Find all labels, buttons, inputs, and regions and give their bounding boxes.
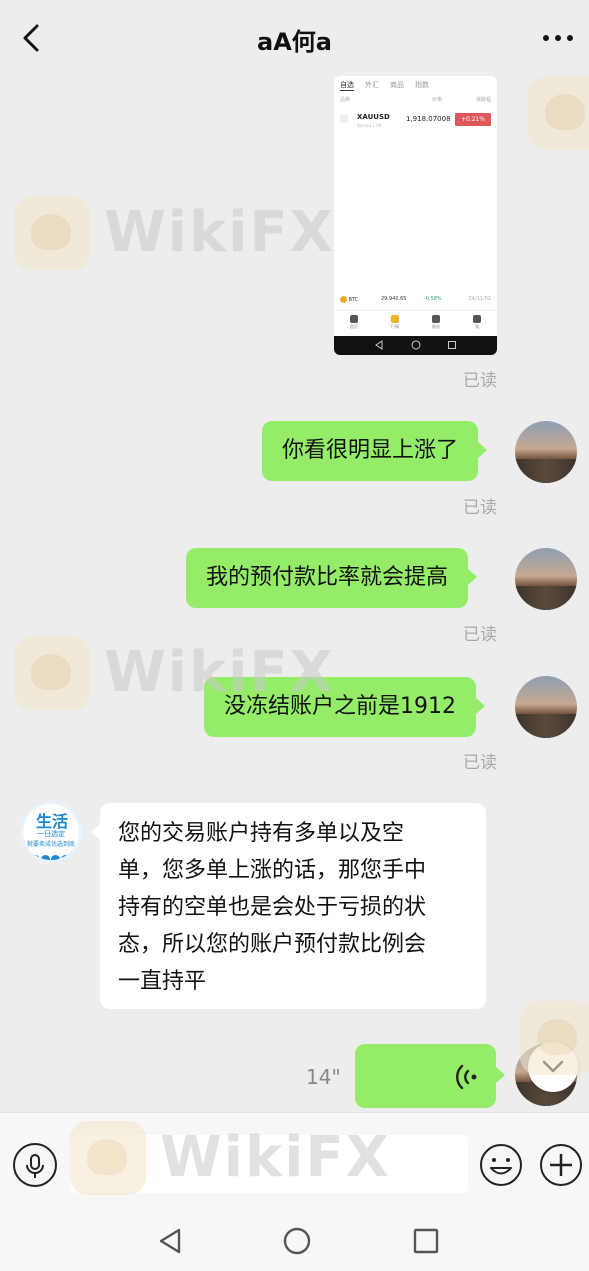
my-avatar[interactable]: [515, 421, 577, 483]
incoming-message[interactable]: 您的交易账户持有多单以及空 单，您多单上涨的话，那您手中 持有的空单也是会处于亏…: [91, 803, 486, 1009]
outgoing-message[interactable]: 你看很明显上涨了: [262, 421, 488, 481]
thumb-bottom-nav: 首页 行情 服务 我: [334, 310, 497, 336]
avatar-landscape: [515, 714, 577, 738]
bitcoin-icon: [340, 296, 347, 303]
message-line: 一直持平: [118, 969, 207, 994]
thumb-ticker: BTC 29,940.65 -0.58% 24/11/02: [340, 296, 491, 308]
recents-square-icon: [448, 341, 456, 349]
ellipsis-icon[interactable]: [541, 24, 575, 52]
star-icon: [340, 115, 348, 123]
home-icon: [350, 315, 358, 323]
thumb-nav-item: 行情: [383, 315, 407, 330]
thumb-quote-row: XAUUSD Spread 1.04 1,918.07008 +0.21%: [340, 112, 491, 132]
message-line: 您的交易账户持有多单以及空: [118, 821, 405, 846]
bubble-tail: [91, 823, 101, 841]
thumb-price: 1,918.07008: [406, 115, 451, 123]
thumb-ticker-label: BTC: [348, 297, 359, 303]
my-avatar[interactable]: [515, 676, 577, 738]
chevron-down-icon: [542, 1060, 564, 1073]
watermark-text: WikiFX: [104, 200, 335, 265]
thumb-col-header: 价格: [432, 97, 443, 103]
thumb-nav-label: 服务: [432, 324, 440, 329]
user-icon: [473, 315, 481, 323]
store-icon: [432, 315, 440, 323]
message-input[interactable]: [70, 1135, 468, 1193]
wikifx-logo: [528, 76, 589, 150]
thumb-change-badge: +0.21%: [455, 113, 491, 126]
avatar-slogan: 就要卖成优选到底: [26, 841, 75, 848]
voice-message[interactable]: [355, 1044, 505, 1108]
message-text: 没冻结账户之前是1912: [224, 694, 456, 719]
scroll-to-bottom-button[interactable]: [528, 1042, 578, 1092]
thumb-nav-item: 首页: [342, 315, 366, 330]
outgoing-message[interactable]: 我的预付款比率就会提高: [186, 548, 478, 608]
bubble-tail: [467, 568, 478, 586]
read-status: 已读: [463, 753, 497, 773]
avatar-slogan: 一日选定: [37, 830, 65, 838]
system-recents-icon[interactable]: [411, 1226, 441, 1256]
thumb-ticker-change: -0.58%: [424, 296, 442, 302]
bubble-tail: [475, 697, 485, 715]
thumb-nav-item: 我: [465, 315, 489, 330]
thumb-symbol: XAUUSD: [357, 113, 390, 121]
thumb-col-header: 涨跌幅: [475, 97, 491, 103]
wikifx-watermark: [528, 76, 589, 156]
thumb-tab: 自选: [340, 81, 354, 91]
thumb-tab: 外汇: [365, 81, 379, 89]
chart-icon: [391, 315, 399, 323]
thumb-column-headers: 品种 价格 涨跌幅: [340, 96, 491, 103]
wikifx-logo: [14, 636, 90, 710]
thumb-nav-label: 首页: [350, 324, 358, 329]
bubble-tail: [495, 1066, 505, 1084]
thumb-system-bar: [334, 336, 497, 355]
system-home-icon[interactable]: [282, 1226, 312, 1256]
input-bar: WikiFX: [0, 1112, 589, 1208]
message-line: 持有的空单也是会处于亏损的状: [118, 895, 427, 920]
system-navigation-bar: [0, 1208, 589, 1271]
outgoing-message[interactable]: 没冻结账户之前是1912: [204, 677, 485, 737]
message-line: 态，所以您的账户预付款比例会: [118, 932, 427, 957]
avatar-landscape: [515, 459, 577, 483]
image-message-screenshot[interactable]: 自选 外汇 商品 指数 品种 价格 涨跌幅 XAUUSD Spread 1.04 1,…: [334, 76, 497, 355]
smiley-icon[interactable]: [479, 1143, 523, 1187]
chat-title: aA何a: [257, 28, 332, 56]
chat-message-list[interactable]: 自选 外汇 商品 指数 品种 价格 涨跌幅 XAUUSD Spread 1.04 1,…: [0, 76, 589, 1112]
read-status: 已读: [463, 625, 497, 645]
my-avatar[interactable]: [515, 548, 577, 610]
voice-duration: 14": [306, 1065, 341, 1089]
voice-wave-icon: [456, 1064, 477, 1090]
thumb-col-header: 品种: [340, 97, 351, 103]
thumb-spread: Spread 1.04: [357, 123, 382, 128]
thumb-nav-item: 服务: [424, 315, 448, 330]
thumb-tab: 商品: [390, 81, 404, 89]
avatar-landscape: [515, 586, 577, 610]
system-back-icon[interactable]: [155, 1226, 185, 1256]
home-circle-icon: [411, 340, 421, 350]
plus-circle-icon[interactable]: [539, 1143, 583, 1187]
wikifx-watermark: WikiFX: [14, 196, 333, 276]
thumb-nav-label: 行情: [391, 324, 399, 329]
thumb-tab: 指数: [415, 81, 429, 89]
microphone-icon[interactable]: [13, 1143, 57, 1187]
chat-header: aA何a: [0, 0, 589, 76]
back-triangle-icon: [375, 340, 383, 350]
read-status: 已读: [463, 371, 497, 391]
avatar-dots: [31, 849, 71, 860]
thumb-nav-label: 我: [475, 324, 479, 329]
thumb-ticker-time: 24/11/02: [468, 296, 491, 302]
message-text: 你看很明显上涨了: [282, 438, 459, 463]
contact-avatar[interactable]: 生活 一日选定 就要卖成优选到底: [20, 801, 82, 863]
message-line: 单，您多单上涨的话，那您手中: [118, 858, 427, 883]
message-text: 我的预付款比率就会提高: [206, 565, 449, 590]
read-status: 已读: [463, 498, 497, 518]
thumb-ticker-value: 29,940.65: [381, 296, 407, 302]
thumb-tabs: 自选 外汇 商品 指数: [340, 80, 491, 94]
wikifx-logo: [14, 196, 90, 270]
bubble-tail: [477, 441, 488, 459]
